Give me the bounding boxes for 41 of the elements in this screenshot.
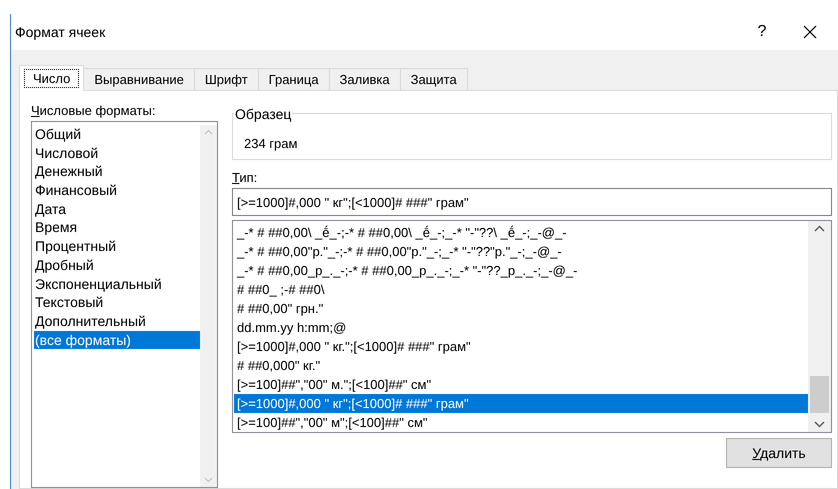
category-item[interactable]: Денежный bbox=[34, 162, 200, 182]
format-item[interactable]: [>=1000]#,000 " кг.";[<1000]# ###" грам" bbox=[234, 337, 808, 356]
format-item[interactable]: _-* # ##0,00\ _ḗ_-;-* # ##0,00\ _ḗ_-;_-* "-"??\ _ḗ_-;_-@_- bbox=[234, 223, 808, 242]
window-title: Формат ячеек bbox=[15, 22, 106, 42]
category-item[interactable]: (все форматы) bbox=[34, 330, 200, 350]
format-item[interactable]: # ##0,00" грн." bbox=[234, 299, 808, 318]
format-item[interactable]: # ##0,000" кг." bbox=[234, 356, 808, 375]
category-item[interactable]: Дополнительный bbox=[34, 312, 200, 331]
help-button[interactable]: ? bbox=[742, 17, 782, 47]
format-item[interactable]: [>=1000]#,000 " кг";[<1000]# ###" грам" bbox=[234, 394, 808, 413]
sample-value: 234 грам bbox=[244, 134, 298, 153]
tab[interactable]: Число bbox=[19, 65, 84, 91]
format-item[interactable]: [>=100]##","00" м.";[<100]##" см" bbox=[234, 375, 808, 394]
list-label: Числовые форматы: bbox=[31, 102, 156, 120]
field-label: Тип: bbox=[232, 169, 258, 187]
scroll-up-icon[interactable] bbox=[814, 225, 825, 232]
format-item[interactable]: # ##0_ ;-# ##0\ bbox=[234, 280, 808, 299]
tab[interactable]: Шрифт bbox=[194, 68, 259, 90]
delete-button[interactable]: Удалить bbox=[726, 438, 832, 468]
category-item[interactable]: Процентный bbox=[34, 237, 200, 256]
format-item[interactable]: dd.mm.yy h:mm;@ bbox=[234, 318, 808, 337]
category-item[interactable]: Числовой bbox=[34, 144, 200, 162]
category-item[interactable]: Дата bbox=[34, 200, 200, 218]
tab[interactable]: Выравнивание bbox=[84, 68, 195, 90]
category-item[interactable]: Общий bbox=[34, 125, 200, 144]
category-item[interactable]: Финансовый bbox=[34, 181, 200, 200]
scroll-down-icon[interactable] bbox=[814, 421, 825, 428]
tab[interactable]: Защита bbox=[400, 68, 468, 90]
category-item[interactable]: Время bbox=[34, 218, 200, 238]
scrollbar[interactable] bbox=[808, 221, 831, 432]
format-item[interactable]: [>=100]##","00" м";[<100]##" см" bbox=[234, 413, 808, 432]
close-icon bbox=[803, 25, 817, 39]
format-item[interactable]: _-* # ##0,00"р."_-;-* # ##0,00"р."_-;_-* "-"??"р."_-;_-@_- bbox=[234, 242, 808, 261]
scroll-thumb[interactable] bbox=[810, 376, 829, 413]
tab[interactable]: Заливка bbox=[330, 68, 401, 90]
category-item[interactable]: Дробный bbox=[34, 256, 200, 274]
category-item[interactable]: Текстовый bbox=[34, 293, 200, 312]
category-item[interactable]: Экспоненциальный bbox=[34, 274, 200, 294]
tab[interactable]: Граница bbox=[258, 68, 330, 90]
type-field[interactable]: [>=1000]#,000 " кг";[<1000]# ###" грам" bbox=[232, 188, 832, 216]
format-item[interactable]: _-* # ##0,00_р_._-;-* # ##0,00_р_._-;_-* "-"??_р_._-;_-@_- bbox=[234, 261, 808, 280]
